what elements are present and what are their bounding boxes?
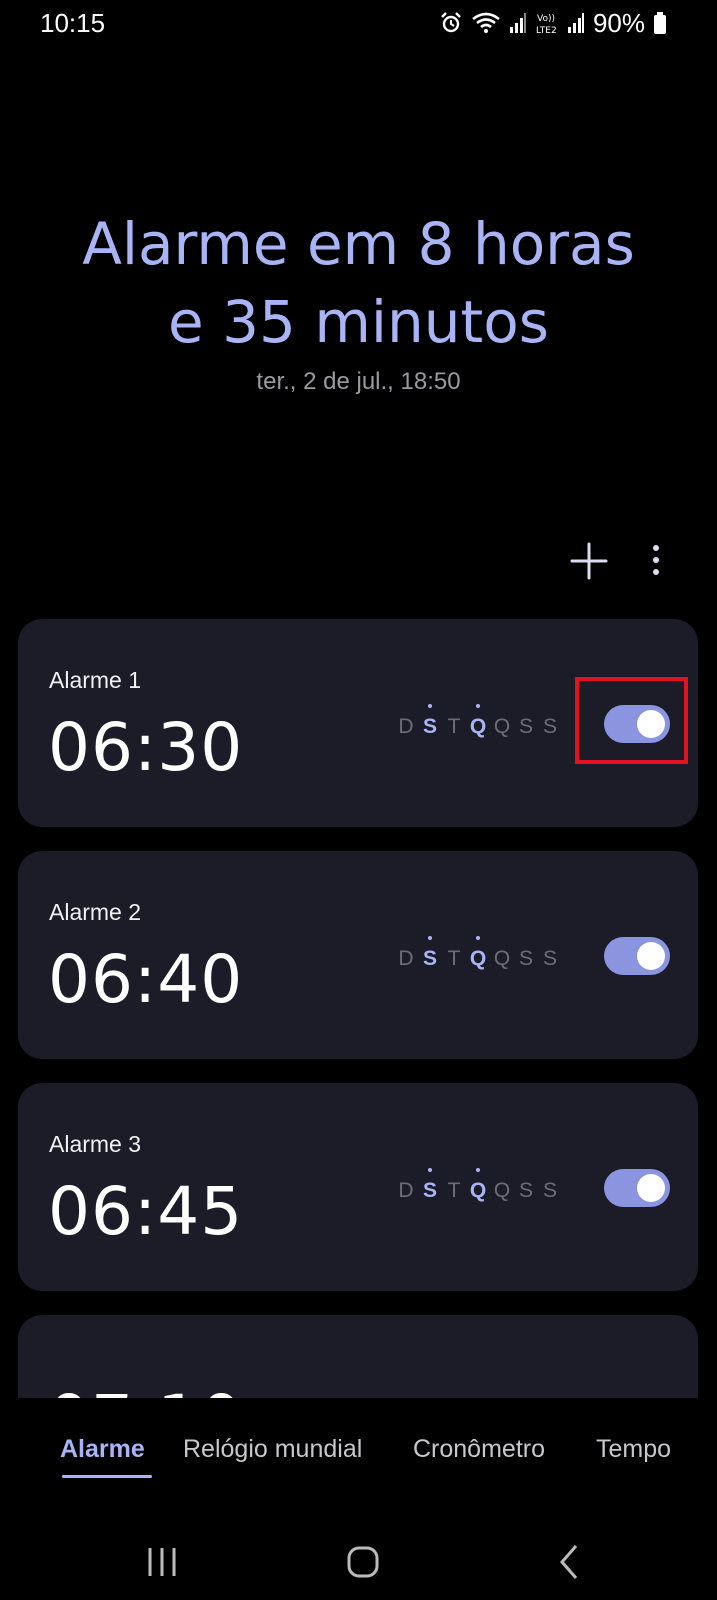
svg-text:LTE2: LTE2 xyxy=(536,26,557,35)
day-label: Q xyxy=(493,1179,511,1202)
status-time: 10:15 xyxy=(40,8,106,38)
back-button[interactable] xyxy=(548,1540,592,1584)
day-label: Q xyxy=(493,947,511,970)
tab-world-clock[interactable]: Relógio mundial xyxy=(183,1435,362,1464)
status-bar: 10:15 Vo)) LTE2 90% xyxy=(0,0,717,48)
alarm-time: 06:40 xyxy=(48,941,244,1018)
next-alarm-countdown: Alarme em 8 horas e 35 minutos xyxy=(0,205,717,361)
toggle-knob xyxy=(637,710,665,738)
alarm-days: D S T Q Q S S xyxy=(397,704,559,739)
add-alarm-button[interactable] xyxy=(568,540,610,582)
alarm-name: Alarme 1 xyxy=(49,667,142,693)
volte-lte2-icon: Vo)) LTE2 xyxy=(535,11,559,35)
home-icon xyxy=(347,1546,379,1578)
day-label: S xyxy=(518,715,533,738)
recent-apps-icon xyxy=(148,1548,176,1576)
alarm-list[interactable]: Alarme 1 06:30 D S T Q Q S S Alarme 2 06… xyxy=(18,619,698,1398)
alarm-card[interactable]: Alarme 2 06:40 D S T Q Q S S xyxy=(18,851,698,1059)
day-label: Q xyxy=(469,704,487,739)
day-label: S xyxy=(421,936,439,971)
status-icons: Vo)) LTE2 90% xyxy=(439,8,667,38)
day-label: Q xyxy=(493,715,511,738)
toggle-knob xyxy=(637,1174,665,1202)
signal-icon xyxy=(567,12,585,34)
svg-text:Vo)): Vo)) xyxy=(537,14,555,24)
more-options-button[interactable] xyxy=(645,540,667,582)
alarm-time: 06:45 xyxy=(48,1173,244,1250)
day-label: S xyxy=(542,715,557,738)
day-label: T xyxy=(447,1179,461,1202)
toggle-knob xyxy=(637,942,665,970)
day-label: S xyxy=(542,947,557,970)
alarm-days: D S T Q Q S S xyxy=(397,1168,559,1203)
day-label: S xyxy=(518,1179,533,1202)
day-label: T xyxy=(447,715,461,738)
alarm-clock-icon xyxy=(439,11,463,35)
day-label: D xyxy=(398,715,414,738)
day-label: S xyxy=(518,947,533,970)
signal-icon xyxy=(509,12,527,34)
system-nav-bar xyxy=(0,1520,717,1592)
alarm-toggle[interactable] xyxy=(604,705,670,743)
day-label: S xyxy=(421,704,439,739)
battery-percentage: 90% xyxy=(592,7,645,38)
alarm-card[interactable]: Alarme 1 06:30 D S T Q Q S S xyxy=(18,619,698,827)
battery-icon xyxy=(653,11,667,35)
wifi-icon xyxy=(471,11,501,35)
plus-icon xyxy=(570,542,608,580)
next-alarm-date: ter., 2 de jul., 18:50 xyxy=(256,368,461,395)
tab-timer[interactable]: Temporizador xyxy=(596,1435,672,1464)
back-icon xyxy=(560,1545,578,1579)
countdown-line-1: Alarme em 8 horas xyxy=(82,210,635,278)
day-label: Q xyxy=(469,1168,487,1203)
day-label: Q xyxy=(469,936,487,971)
alarm-name: Alarme 3 xyxy=(49,1131,142,1157)
alarm-toggle[interactable] xyxy=(604,1169,670,1207)
day-label: S xyxy=(542,1179,557,1202)
day-label: D xyxy=(398,1179,414,1202)
alarm-time: 06:30 xyxy=(48,709,244,786)
alarm-time: 07:10 xyxy=(48,1381,243,1398)
tab-alarm[interactable]: Alarme xyxy=(60,1435,145,1464)
day-label: D xyxy=(398,947,414,970)
alarm-card[interactable]: Alarme 3 06:45 D S T Q Q S S xyxy=(18,1083,698,1291)
more-vert-icon xyxy=(653,545,659,575)
day-label: S xyxy=(421,1168,439,1203)
tab-indicator xyxy=(62,1475,152,1478)
bottom-tabs: Alarme Relógio mundial Cronômetro Tempor… xyxy=(0,1435,672,1485)
recent-apps-button[interactable] xyxy=(140,1540,184,1584)
alarm-days: D S T Q Q S S xyxy=(397,936,559,971)
countdown-line-2: e 35 minutos xyxy=(168,288,549,356)
tab-stopwatch[interactable]: Cronômetro xyxy=(413,1435,545,1464)
alarm-name: Alarme 2 xyxy=(49,899,142,925)
day-label: T xyxy=(447,947,461,970)
alarm-toggle[interactable] xyxy=(604,937,670,975)
alarm-card-partial[interactable]: 07:10 xyxy=(18,1315,698,1398)
home-button[interactable] xyxy=(341,1540,385,1584)
